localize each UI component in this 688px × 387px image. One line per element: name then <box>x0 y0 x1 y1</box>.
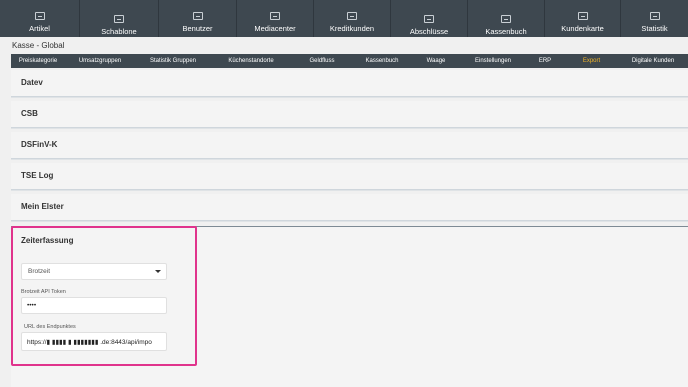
tab-digitale-kunden[interactable]: Digitale Kunden <box>618 54 688 68</box>
nav-label: Abschlüsse <box>409 27 449 36</box>
nav-item-schablone[interactable]: Schablone <box>80 0 159 37</box>
nav-label: Mediacenter <box>254 24 296 33</box>
caret-down-icon <box>155 270 161 273</box>
panel-title: Datev <box>21 78 43 87</box>
tab-einstellungen[interactable]: Einstellungen <box>461 54 525 68</box>
nav-label: Kundenkarte <box>561 24 604 33</box>
nav-label: Kassenbuch <box>485 27 527 36</box>
provider-select-value: Brotzeit <box>28 268 51 275</box>
provider-select[interactable]: Brotzeit <box>21 263 167 280</box>
nav-item-kassenbuch[interactable]: Kassenbuch <box>468 0 545 37</box>
users-icon <box>192 12 203 20</box>
url-label: URL des Endpunktes <box>24 324 76 330</box>
sub-navigation: Preiskategorie Umsatzgruppen Statistik G… <box>11 54 688 68</box>
endpoint-url-field[interactable] <box>21 332 167 351</box>
tab-umsatzgruppen[interactable]: Umsatzgruppen <box>65 54 135 68</box>
panel-dsfinv-k[interactable]: DSFinV-K <box>11 132 688 159</box>
panel-title[interactable]: Zeiterfassung <box>21 236 73 245</box>
panel-title: TSE Log <box>21 171 54 180</box>
nav-item-kreditkunden[interactable]: Kreditkunden <box>314 0 391 37</box>
credit-card-icon <box>347 12 357 20</box>
tab-geldfluss[interactable]: Geldfluss <box>291 54 353 68</box>
tab-erp[interactable]: ERP <box>525 54 565 68</box>
tab-export[interactable]: Export <box>565 54 618 68</box>
tab-kuechenstandorte[interactable]: Küchenstandorte <box>211 54 291 68</box>
page-title: Kasse - Global <box>12 41 65 50</box>
tab-statistik-gruppen[interactable]: Statistik Gruppen <box>135 54 211 68</box>
nav-label: Benutzer <box>182 24 213 33</box>
nav-item-artikel[interactable]: Artikel <box>0 0 80 37</box>
panel-zeiterfassung: Zeiterfassung Brotzeit Brotzeit API Toke… <box>11 226 688 387</box>
chart-icon <box>649 12 660 20</box>
tab-preiskategorie[interactable]: Preiskategorie <box>11 54 65 68</box>
panel-datev[interactable]: Datev <box>11 70 688 97</box>
nav-item-abschluesse[interactable]: Abschlüsse <box>391 0 468 37</box>
nav-label: Statistik <box>641 24 668 33</box>
article-icon <box>34 12 45 20</box>
nav-label: Schablone <box>101 27 137 36</box>
customer-card-icon <box>577 12 588 20</box>
panel-title: DSFinV-K <box>21 140 58 149</box>
top-navigation: Artikel Schablone Benutzer Mediacenter K… <box>0 0 688 37</box>
nav-label: Kreditkunden <box>329 24 375 33</box>
panel-tse-log[interactable]: TSE Log <box>11 163 688 190</box>
tab-waage[interactable]: Waage <box>411 54 461 68</box>
closing-icon <box>424 15 434 23</box>
monitor-icon <box>270 12 280 20</box>
token-label: Brotzeit API Token <box>21 289 66 295</box>
cashbook-icon <box>501 15 511 23</box>
panel-csb[interactable]: CSB <box>11 101 688 128</box>
nav-item-statistik[interactable]: Statistik <box>621 0 688 37</box>
nav-label: Artikel <box>29 24 50 33</box>
tab-kassenbuch[interactable]: Kassenbuch <box>353 54 411 68</box>
nav-item-benutzer[interactable]: Benutzer <box>159 0 237 37</box>
template-icon <box>114 15 124 23</box>
panel-title: Mein Elster <box>21 202 64 211</box>
nav-item-kundenkarte[interactable]: Kundenkarte <box>545 0 621 37</box>
nav-item-mediacenter[interactable]: Mediacenter <box>237 0 314 37</box>
panel-title: CSB <box>21 109 38 118</box>
panel-mein-elster[interactable]: Mein Elster <box>11 194 688 221</box>
api-token-field[interactable] <box>21 297 167 314</box>
